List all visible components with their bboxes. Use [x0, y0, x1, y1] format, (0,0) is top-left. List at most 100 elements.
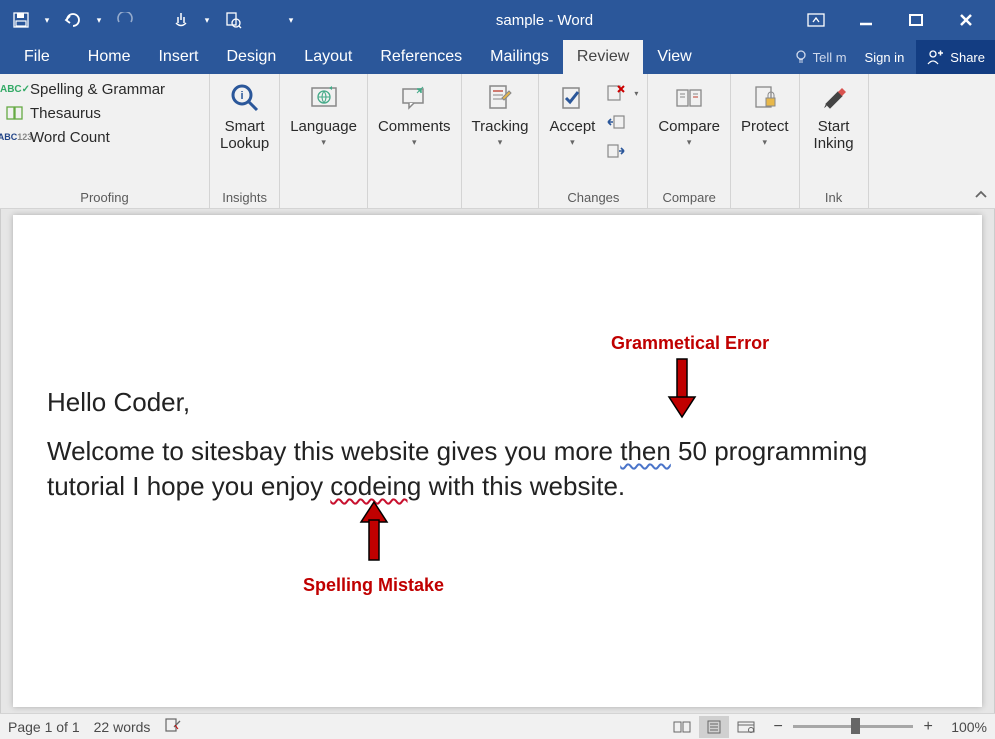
protect-button[interactable]: Protect ▾ — [735, 76, 795, 148]
touch-dropdown-icon[interactable]: ▾ — [200, 15, 214, 26]
language-label: Language — [290, 118, 357, 135]
tab-review[interactable]: Review — [563, 40, 643, 74]
spelling-annotation: Spelling Mistake — [303, 575, 444, 596]
tell-me-label: Tell m — [813, 50, 847, 65]
word-count-icon: ABC123 — [4, 128, 26, 146]
share-button[interactable]: Share — [916, 40, 995, 74]
tracking-label: Tracking — [472, 118, 529, 135]
inking-icon — [816, 80, 852, 116]
zoom-out-button[interactable]: − — [769, 718, 787, 736]
tab-design[interactable]: Design — [212, 40, 290, 74]
compare-label: Compare — [658, 118, 720, 135]
tab-file[interactable]: File — [8, 40, 74, 74]
start-inking-label: Start Inking — [814, 118, 854, 153]
arrow-up-icon — [359, 500, 389, 562]
share-label: Share — [950, 50, 985, 65]
accept-label: Accept — [549, 118, 595, 135]
lightbulb-icon — [793, 49, 809, 65]
status-proof-icon[interactable] — [164, 717, 182, 736]
maximize-button[interactable] — [891, 0, 941, 40]
tab-insert[interactable]: Insert — [144, 40, 212, 74]
chevron-down-icon: ▾ — [412, 137, 417, 148]
chevron-down-icon[interactable]: ▾ — [631, 89, 641, 98]
compare-button[interactable]: Compare ▾ — [652, 76, 726, 148]
spelling-grammar-button[interactable]: ABC✓ Spelling & Grammar — [4, 80, 165, 98]
thesaurus-label: Thesaurus — [30, 105, 101, 122]
tab-references[interactable]: References — [366, 40, 476, 74]
start-inking-button[interactable]: Start Inking — [804, 76, 864, 153]
status-page[interactable]: Page 1 of 1 — [8, 719, 80, 735]
tracking-button[interactable]: Tracking ▾ — [466, 76, 535, 148]
share-icon — [926, 48, 944, 66]
previous-change-button[interactable] — [603, 109, 629, 135]
tell-me-search[interactable]: Tell m — [787, 40, 853, 74]
chevron-down-icon: ▾ — [498, 137, 503, 148]
collapse-ribbon-button[interactable] — [967, 74, 995, 208]
doc-body: Welcome to sitesbay this website gives y… — [47, 434, 948, 504]
grammar-annotation: Grammetical Error — [611, 333, 769, 354]
group-changes-label: Changes — [543, 187, 643, 208]
zoom-in-button[interactable]: + — [919, 718, 937, 736]
doc-greeting: Hello Coder, — [47, 385, 948, 420]
chevron-down-icon: ▾ — [687, 137, 692, 148]
comments-button[interactable]: Comments ▾ — [372, 76, 457, 148]
spelling-error-word: codeing — [330, 471, 421, 501]
chevron-down-icon: ▾ — [763, 137, 768, 148]
word-count-button[interactable]: ABC123 Word Count — [4, 128, 165, 146]
undo-dropdown-icon[interactable]: ▾ — [92, 15, 106, 26]
touch-mode-button[interactable] — [164, 5, 198, 35]
zoom-level[interactable]: 100% — [951, 719, 987, 735]
chevron-down-icon: ▾ — [321, 137, 326, 148]
chevron-down-icon: ▾ — [570, 137, 575, 148]
accept-button[interactable]: Accept ▾ — [543, 76, 601, 148]
zoom-slider-thumb[interactable] — [851, 718, 860, 734]
group-proofing-label: Proofing — [4, 187, 205, 208]
accept-icon — [554, 80, 590, 116]
reject-button[interactable] — [603, 80, 629, 106]
protect-icon — [747, 80, 783, 116]
next-change-button[interactable] — [603, 138, 629, 164]
print-preview-button[interactable] — [216, 5, 250, 35]
language-icon — [306, 80, 342, 116]
protect-label: Protect — [741, 118, 789, 135]
tab-home[interactable]: Home — [74, 40, 145, 74]
tab-layout[interactable]: Layout — [290, 40, 366, 74]
tab-mailings[interactable]: Mailings — [476, 40, 563, 74]
spelling-icon: ABC✓ — [4, 80, 26, 98]
window-title: sample - Word — [298, 12, 791, 29]
compare-icon — [671, 80, 707, 116]
grammar-error-word: then — [620, 436, 671, 466]
smart-lookup-label: Smart Lookup — [220, 118, 269, 153]
undo-button[interactable] — [56, 5, 90, 35]
spelling-label: Spelling & Grammar — [30, 81, 165, 98]
close-button[interactable] — [941, 0, 991, 40]
status-words[interactable]: 22 words — [94, 719, 151, 735]
qat-dropdown-icon[interactable]: ▾ — [40, 15, 54, 26]
ribbon-display-button[interactable] — [791, 0, 841, 40]
tracking-icon — [482, 80, 518, 116]
smart-lookup-button[interactable]: i Smart Lookup — [214, 76, 275, 153]
thesaurus-button[interactable]: Thesaurus — [4, 104, 165, 122]
word-count-label: Word Count — [30, 129, 110, 146]
sign-in-link[interactable]: Sign in — [853, 40, 917, 74]
save-button[interactable] — [4, 5, 38, 35]
print-layout-button[interactable] — [699, 716, 729, 738]
group-insights-label: Insights — [214, 187, 275, 208]
web-layout-button[interactable] — [731, 716, 761, 738]
document-page[interactable]: Hello Coder, Welcome to sitesbay this we… — [13, 215, 982, 707]
zoom-slider[interactable] — [793, 725, 913, 728]
minimize-button[interactable] — [841, 0, 891, 40]
group-ink-label: Ink — [804, 187, 864, 208]
arrow-down-icon — [667, 357, 697, 419]
group-compare-label: Compare — [652, 187, 726, 208]
smart-lookup-icon: i — [227, 80, 263, 116]
read-mode-button[interactable] — [667, 716, 697, 738]
redo-button[interactable] — [108, 5, 142, 35]
thesaurus-icon — [4, 104, 26, 122]
language-button[interactable]: Language ▾ — [284, 76, 363, 148]
tab-view[interactable]: View — [643, 40, 705, 74]
svg-text:i: i — [240, 90, 243, 102]
comments-label: Comments — [378, 118, 451, 135]
qat-customize-icon[interactable]: ▾ — [284, 15, 298, 26]
comments-icon — [396, 80, 432, 116]
